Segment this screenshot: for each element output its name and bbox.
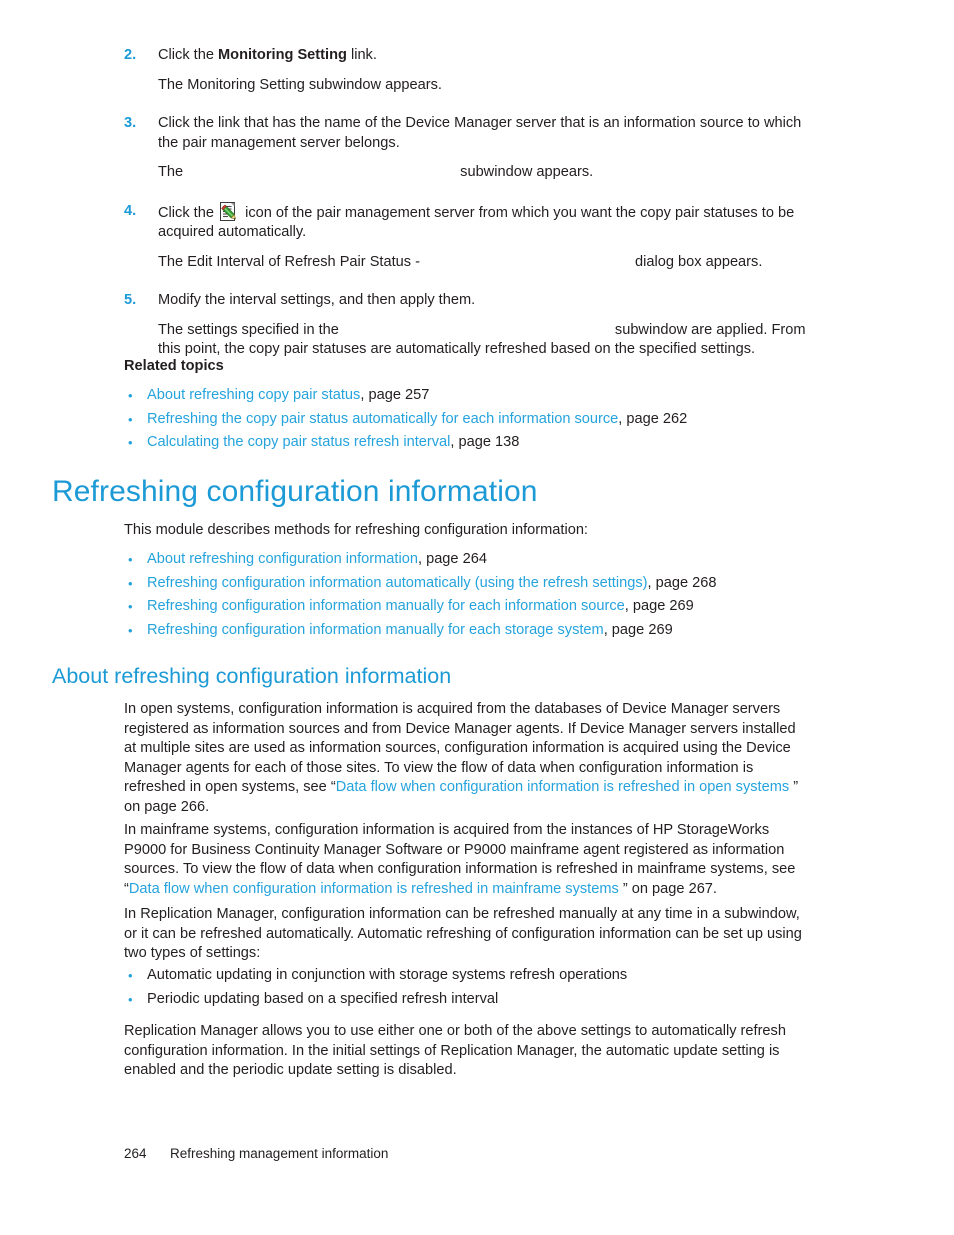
module-topic-page: , page 264 [417, 551, 487, 567]
step-3-result-suffix: subwindow appears. [460, 164, 594, 180]
step-2-body: Click the Monitoring Setting link. [158, 46, 824, 66]
data-flow-open-systems-link[interactable]: Data flow when configuration information… [336, 779, 794, 795]
edit-document-icon [220, 201, 239, 222]
step-5-number: 5. [124, 292, 137, 308]
step-2-number: 2. [124, 47, 137, 63]
section-heading-about-refreshing: About refreshing configuration informati… [52, 664, 452, 688]
module-topic-page: , page 268 [647, 574, 717, 591]
step-3-body: Click the link that has the name of the … [158, 115, 802, 151]
related-topic-link[interactable]: About refreshing copy pair status [147, 387, 360, 403]
page-title: Refreshing configuration information [52, 475, 538, 508]
step-2: 2. Click the Monitoring Setting link. Th… [124, 46, 824, 95]
module-intro-text: This module describes methods for refres… [124, 522, 588, 538]
list-item: Automatic updating in conjunction with s… [124, 964, 824, 988]
step-3-number: 3. [124, 115, 137, 131]
step-2-result: The Monitoring Setting subwindow appears… [158, 76, 442, 93]
footer-page-number: 264 [124, 1146, 147, 1161]
step-5: 5. Modify the interval settings, and the… [124, 291, 824, 360]
step-4-result-prefix: The Edit Interval of Refresh Pair Status… [158, 253, 420, 270]
module-topic-page: , page 269 [603, 621, 673, 638]
document-page: 2. Click the Monitoring Setting link. Th… [0, 0, 954, 1235]
numbered-steps-list: 2. Click the Monitoring Setting link. Th… [124, 46, 824, 360]
list-item[interactable]: Refreshing configuration information man… [124, 619, 844, 643]
monitoring-setting-link-label: Monitoring Setting [218, 47, 347, 63]
step-5-body: Modify the interval settings, and then a… [158, 292, 476, 308]
related-topic-link[interactable]: Refreshing the copy pair status automati… [147, 411, 618, 427]
step-3: 3. Click the link that has the name of t… [124, 114, 824, 183]
step-3-result: The subwindow appears. [158, 163, 824, 183]
step-4-result-suffix: dialog box appears. [635, 253, 763, 270]
list-item[interactable]: Refreshing configuration information aut… [124, 572, 844, 596]
step-4-result: The Edit Interval of Refresh Pair Status… [158, 253, 824, 273]
paragraph-replication-manager: In Replication Manager, configuration in… [124, 906, 802, 961]
related-topic-page: , page 262 [618, 410, 688, 427]
module-topic-link[interactable]: Refreshing configuration information man… [147, 622, 604, 638]
related-topic-page: , page 138 [450, 434, 520, 450]
data-flow-mainframe-systems-link[interactable]: Data flow when configuration information… [129, 881, 619, 897]
step-4-number: 4. [124, 202, 137, 219]
module-topic-link[interactable]: Refreshing configuration information aut… [147, 575, 648, 591]
related-topic-page: , page 257 [360, 387, 430, 403]
footer-chapter-title: Refreshing management information [170, 1146, 389, 1161]
step-5-result: The settings specified in the subwindow a… [158, 321, 824, 360]
page-footer: 264 Refreshing management information [124, 1145, 388, 1163]
settings-types-list: Automatic updating in conjunction with s… [124, 964, 824, 1011]
list-item[interactable]: Calculating the copy pair status refresh… [124, 431, 824, 455]
step-4-body: Click the icon of the pair management se… [158, 201, 824, 243]
step-4-text-before: Click the [158, 204, 219, 221]
module-topics-list: About refreshing configuration informati… [124, 548, 844, 642]
list-item: Periodic updating based on a specified r… [124, 988, 824, 1012]
module-topic-page: , page 269 [624, 598, 694, 614]
step-2-text-after: link. [346, 47, 377, 63]
paragraph-allows-settings: Replication Manager allows you to use ei… [124, 1023, 786, 1078]
related-topics-list: About refreshing copy pair status, page … [124, 384, 824, 455]
list-item[interactable]: Refreshing configuration information man… [124, 595, 844, 619]
step-4: 4. Click the icon of the pair management… [124, 201, 824, 273]
step-2-text-before: Click the [158, 47, 219, 63]
para-mainframe-text-2: ” on page 267. [618, 880, 717, 897]
related-topic-link[interactable]: Calculating the copy pair status refresh… [147, 434, 450, 450]
step-3-result-prefix: The [158, 164, 184, 180]
list-item[interactable]: About refreshing configuration informati… [124, 548, 844, 572]
paragraph-mainframe-systems: In mainframe systems, configuration info… [124, 821, 802, 899]
list-item[interactable]: About refreshing copy pair status, page … [124, 384, 824, 408]
module-topic-link[interactable]: About refreshing configuration informati… [147, 551, 418, 567]
module-topic-link[interactable]: Refreshing configuration information man… [147, 598, 625, 614]
step-5-result-prefix: The settings specified in the [158, 321, 339, 338]
step-4-text-after: icon of the pair management server from … [158, 204, 795, 241]
related-topics-heading: Related topics [124, 358, 224, 374]
list-item[interactable]: Refreshing the copy pair status automati… [124, 408, 824, 432]
paragraph-open-systems: In open systems, configuration informati… [124, 700, 802, 817]
